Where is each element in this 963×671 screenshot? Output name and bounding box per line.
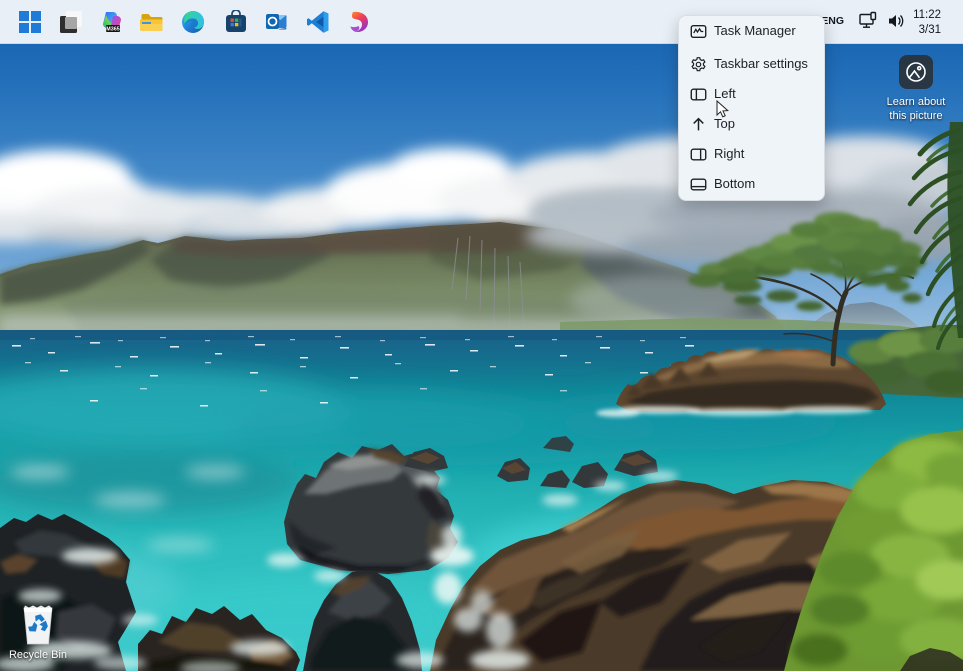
- svg-text:M365: M365: [106, 27, 120, 33]
